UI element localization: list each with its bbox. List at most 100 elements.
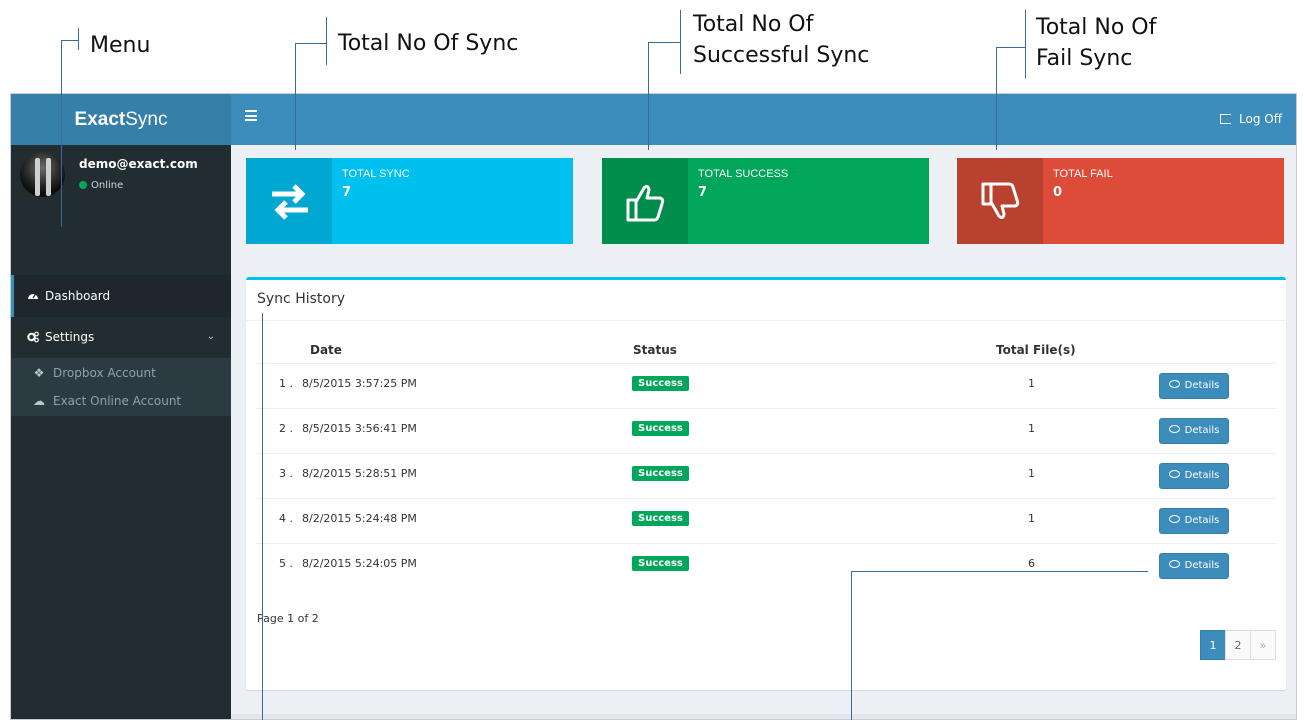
callout-line [680,10,681,74]
row-index: 2 . [279,422,293,435]
annotation-total-success-line2: Successful Sync [693,43,870,68]
status-badge: Success [632,376,689,391]
row-files: 1 [1028,512,1035,525]
details-button[interactable]: Details [1159,553,1229,579]
callout-line [648,42,680,43]
annotation-total-success-line1: Total No Of [693,12,814,37]
dashboard-icon [28,293,38,299]
column-header-status: Status [633,343,677,357]
status-badge: Success [632,421,689,436]
details-label: Details [1184,515,1220,526]
eye-icon [1168,515,1180,523]
pagination: 1 2 » [1200,630,1276,660]
next-page-button[interactable]: » [1250,630,1276,660]
sync-history-box: Sync History Date Status Total File(s) 1… [246,277,1286,690]
app-window: ExactSync Log Off demo@exact.com Online … [10,93,1297,720]
cogs-icon [27,331,39,343]
brand-bold: Exact [74,109,126,130]
brand-logo[interactable]: ExactSync [11,94,231,145]
row-files: 1 [1028,377,1035,390]
info-box-total-sync: TOTAL SYNC 7 [246,158,573,244]
subitem-label: Exact Online Account [53,394,182,408]
user-status: Online [79,180,123,191]
row-date: 8/2/2015 5:24:48 PM [302,512,417,525]
cloud-icon: ☁ [33,394,45,408]
details-label: Details [1184,425,1220,436]
info-box-total-fail: TOTAL FAIL 0 [957,158,1284,244]
page-info: Page 1 of 2 [257,612,319,625]
info-box-text: TOTAL SUCCESS 7 [698,168,788,200]
callout-line [78,28,79,50]
info-box-label: TOTAL FAIL [1053,168,1113,180]
details-label: Details [1184,380,1220,391]
annotation-total-success: Total No Of Successful Sync [693,9,869,71]
dropbox-icon: ❖ [33,366,45,380]
details-label: Details [1184,560,1220,571]
chevron-down-icon: ⌄ [206,331,215,342]
logoff-label: Log Off [1239,112,1282,126]
sidebar: demo@exact.com Online Dashboard Settings… [11,145,231,719]
annotation-menu: Menu [90,33,151,58]
callout-line [295,43,296,150]
table-row: 4 . 8/2/2015 5:24:48 PM Success 1 Detail… [256,498,1276,544]
callout-line [61,40,62,227]
sidebar-item-settings[interactable]: Settings ⌄ [11,316,231,358]
sidebar-item-label: Settings [45,330,95,344]
row-files: 6 [1028,557,1035,570]
exchange-icon [246,158,332,244]
table-row: 1 . 8/5/2015 3:57:25 PM Success 1 Detail… [256,363,1276,409]
details-button[interactable]: Details [1159,418,1229,444]
callout-line [996,47,1025,48]
page-2-button[interactable]: 2 [1225,630,1251,660]
sidebar-subitem-exact-online[interactable]: ☁ Exact Online Account [33,389,181,413]
info-box-text: TOTAL SYNC 7 [342,168,410,200]
info-box-label: TOTAL SUCCESS [698,168,789,180]
eye-icon [1168,425,1180,433]
callout-line [851,571,852,720]
avatar [20,152,65,197]
status-badge: Success [632,511,689,526]
annotation-total-fail: Total No Of Fail Sync [1036,12,1156,74]
callout-line [326,17,327,65]
annotation-total-sync: Total No Of Sync [338,31,519,56]
brand-rest: Sync [125,109,168,130]
row-files: 1 [1028,467,1035,480]
callout-line [61,40,79,41]
sync-history-title: Sync History [257,291,345,307]
callout-line [648,42,649,150]
user-email: demo@exact.com [79,157,198,171]
details-button[interactable]: Details [1159,508,1229,534]
callout-line [262,313,263,720]
table-row: 5 . 8/2/2015 5:24:05 PM Success 6 Detail… [256,543,1276,589]
divider [246,320,1286,321]
status-badge: Success [632,466,689,481]
subitem-label: Dropbox Account [53,366,156,380]
row-date: 8/2/2015 5:28:51 PM [302,467,417,480]
table-row: 2 . 8/5/2015 3:56:41 PM Success 1 Detail… [256,408,1276,454]
logoff-link[interactable]: Log Off [1220,94,1282,145]
sign-out-icon [1220,114,1232,124]
page-1-button[interactable]: 1 [1200,630,1226,660]
sidebar-subitem-dropbox[interactable]: ❖ Dropbox Account [33,361,156,385]
details-button[interactable]: Details [1159,373,1229,399]
settings-submenu: ❖ Dropbox Account ☁ Exact Online Account [11,358,231,416]
top-navbar: ExactSync Log Off [11,94,1296,145]
callout-line [1025,10,1026,78]
row-date: 8/5/2015 3:56:41 PM [302,422,417,435]
footer-bar [231,714,1296,719]
status-badge: Success [632,556,689,571]
sidebar-item-dashboard[interactable]: Dashboard [11,275,231,317]
sidebar-item-label: Dashboard [45,289,111,303]
row-files: 1 [1028,422,1035,435]
annotation-total-fail-line1: Total No Of [1036,15,1157,40]
details-button[interactable]: Details [1159,463,1229,489]
eye-icon [1168,560,1180,568]
hamburger-menu-icon[interactable] [245,110,257,121]
info-box-number: 0 [1053,185,1063,200]
row-date: 8/5/2015 3:57:25 PM [302,377,417,390]
info-box-number: 7 [342,185,352,200]
row-index: 3 . [279,467,293,480]
callout-line [996,47,997,150]
info-box-total-success: TOTAL SUCCESS 7 [602,158,929,244]
callout-line [295,43,326,44]
